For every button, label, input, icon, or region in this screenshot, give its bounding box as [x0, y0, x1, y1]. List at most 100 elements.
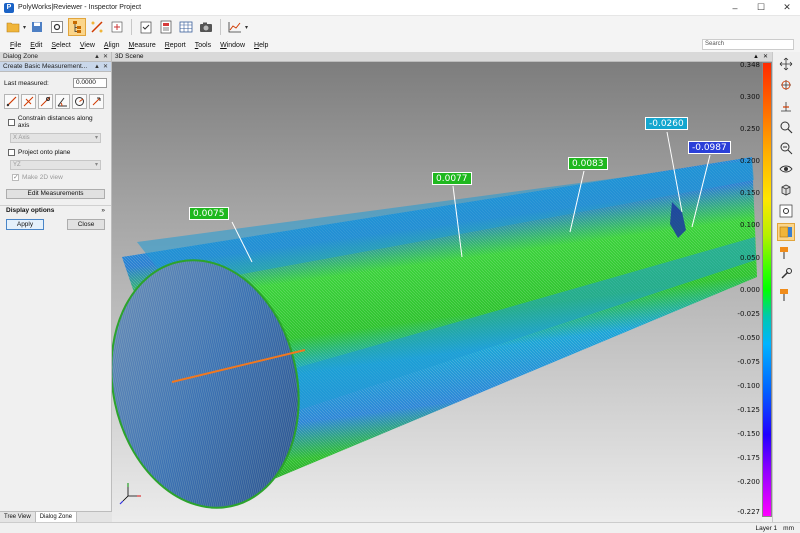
menu-report[interactable]: Report — [165, 42, 186, 49]
pin-icon[interactable]: ▲ — [94, 54, 100, 60]
point-to-plane-icon[interactable] — [38, 94, 53, 109]
cube-view-icon[interactable] — [777, 181, 795, 199]
dialog-zone-title: Dialog Zone — [3, 53, 39, 60]
camera-icon[interactable] — [197, 18, 215, 36]
project-plane-checkbox-row[interactable]: Project onto plane — [0, 147, 111, 158]
pin-icon[interactable]: ▲ — [753, 54, 759, 60]
color-label-icon[interactable] — [777, 244, 795, 262]
view-settings-icon[interactable] — [777, 202, 795, 220]
menu-align[interactable]: Align — [104, 42, 120, 49]
plane-select[interactable]: YZ — [10, 160, 101, 170]
point-to-line-icon[interactable] — [21, 94, 36, 109]
close-window-button[interactable]: ✕ — [774, 0, 800, 16]
expand-chevron-icon[interactable]: » — [101, 207, 105, 214]
radius-icon[interactable] — [72, 94, 87, 109]
minimize-button[interactable]: – — [722, 0, 748, 16]
deviation-callout[interactable]: -0.0260 — [645, 117, 688, 130]
scale-label: -0.075 — [737, 358, 760, 366]
annotation-icon[interactable] — [777, 286, 795, 304]
deviation-callout[interactable]: 0.0077 — [432, 172, 472, 185]
settings-icon[interactable] — [48, 18, 66, 36]
eye-icon[interactable] — [777, 160, 795, 178]
measurement-dialog-title: Create Basic Measurement... — [3, 63, 88, 70]
display-options-label: Display options — [6, 207, 55, 214]
scale-label: -0.050 — [737, 334, 760, 342]
scene-title: 3D Scene — [115, 53, 144, 60]
close-button[interactable]: Close — [67, 219, 105, 230]
layer-status[interactable]: Layer 1 — [755, 525, 777, 532]
menu-bar: File Edit Select View Align Measure Repo… — [0, 38, 800, 52]
make-2d-view-checkbox — [12, 173, 19, 181]
apply-button[interactable]: Apply — [6, 219, 44, 230]
axis-select[interactable]: X Axis — [10, 133, 101, 143]
pan-icon[interactable] — [777, 55, 795, 73]
deviation-callout[interactable]: 0.0075 — [189, 207, 229, 220]
scale-label: 0.050 — [739, 254, 760, 262]
menu-window[interactable]: Window — [220, 42, 245, 49]
scale-label: -0.025 — [737, 310, 760, 318]
3d-scene-viewport[interactable]: 0.0075 0.0077 0.0083 -0.0260 -0.0987 — [112, 62, 762, 522]
close-scene-icon[interactable]: ✕ — [763, 53, 768, 60]
clipboard-check-icon[interactable] — [137, 18, 155, 36]
display-options-section[interactable]: Display options » — [0, 205, 111, 215]
constrain-axis-checkbox[interactable] — [8, 118, 15, 126]
chart-dropdown-icon[interactable]: ▾ — [245, 24, 248, 31]
pin-icon[interactable]: ▲ — [94, 64, 100, 70]
make-2d-view-label: Make 2D view — [22, 174, 63, 181]
tree-hierarchy-icon[interactable] — [68, 18, 87, 36]
maximize-button[interactable]: ☐ — [748, 0, 774, 16]
scale-label: 0.300 — [739, 93, 760, 101]
open-folder-icon[interactable] — [4, 18, 22, 36]
app-icon: P — [4, 2, 14, 13]
scale-label: 0.200 — [739, 157, 760, 165]
menu-view[interactable]: View — [80, 42, 95, 49]
table-icon[interactable] — [177, 18, 195, 36]
color-map-icon[interactable] — [777, 223, 795, 241]
zoom-icon[interactable] — [777, 118, 795, 136]
menu-help[interactable]: Help — [254, 42, 268, 49]
measurement-tools — [0, 90, 111, 113]
measure-tool-icon[interactable] — [88, 18, 106, 36]
open-dropdown-icon[interactable]: ▾ — [23, 24, 26, 31]
menu-select[interactable]: Select — [51, 42, 70, 49]
scale-label: 0.000 — [739, 286, 760, 294]
project-plane-checkbox[interactable] — [8, 149, 15, 156]
edit-measurements-button[interactable]: Edit Measurements — [6, 189, 105, 199]
status-bar: Layer 1 mm — [0, 522, 800, 533]
scale-label: 0.100 — [739, 221, 760, 229]
menu-file[interactable]: File — [10, 42, 21, 49]
close-dialog-icon[interactable]: ✕ — [103, 63, 108, 70]
dialog-zone-panel: Dialog Zone ▲ ✕ Create Basic Measurement… — [0, 52, 112, 522]
deviation-color-scale[interactable] — [762, 62, 772, 517]
close-panel-icon[interactable]: ✕ — [103, 53, 108, 60]
wrench-icon[interactable] — [777, 265, 795, 283]
units-status[interactable]: mm — [783, 525, 794, 532]
scale-label: -0.227 — [737, 508, 760, 516]
menu-measure[interactable]: Measure — [128, 42, 155, 49]
point-to-point-icon[interactable] — [4, 94, 19, 109]
scale-label: 0.150 — [739, 189, 760, 197]
dialog-zone-header: Dialog Zone ▲ ✕ — [0, 52, 111, 62]
tab-tree-view[interactable]: Tree View — [0, 512, 36, 522]
search-input[interactable]: Search — [702, 39, 794, 50]
menu-edit[interactable]: Edit — [30, 42, 42, 49]
orient-icon[interactable] — [777, 97, 795, 115]
rotate-icon[interactable] — [777, 76, 795, 94]
deviation-callout[interactable]: 0.0083 — [568, 157, 608, 170]
zoom-fit-icon[interactable] — [777, 139, 795, 157]
save-icon[interactable] — [28, 18, 46, 36]
make-2d-view-row: Make 2D view — [0, 172, 111, 183]
measurement-dialog-header: Create Basic Measurement... ▲ ✕ — [0, 62, 111, 72]
color-scale-labels: 0.348 0.300 0.250 0.200 0.150 0.100 0.05… — [720, 61, 762, 517]
report-icon[interactable] — [157, 18, 175, 36]
tab-dialog-zone[interactable]: Dialog Zone — [35, 512, 78, 522]
angle-icon[interactable] — [55, 94, 70, 109]
menu-tools[interactable]: Tools — [195, 42, 211, 49]
cylinder-scan-render — [112, 131, 757, 509]
distance-icon[interactable] — [89, 94, 104, 109]
toolbar-separator — [220, 19, 222, 35]
calculator-icon[interactable] — [108, 18, 126, 36]
chart-icon[interactable] — [226, 18, 244, 36]
project-plane-label: Project onto plane — [18, 149, 71, 156]
constrain-axis-checkbox-row[interactable]: Constrain distances along axis — [0, 113, 111, 131]
